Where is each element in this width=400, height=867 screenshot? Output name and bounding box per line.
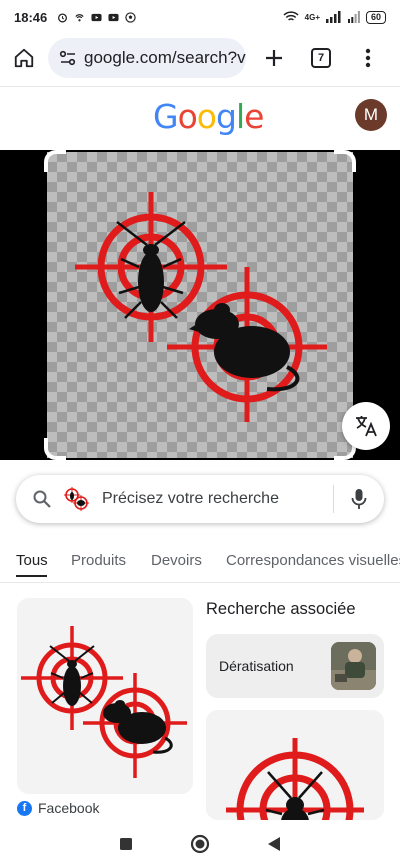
alarm-icon	[58, 12, 68, 22]
crop-corner-bottom-left[interactable]	[44, 438, 66, 460]
crop-corner-top-right[interactable]	[334, 150, 356, 172]
network-type: 4G+	[304, 12, 320, 22]
wifi-icon	[283, 11, 299, 21]
related-search-chip[interactable]: Dératisation	[206, 634, 384, 698]
search-placeholder: Précisez votre recherche	[102, 490, 279, 507]
more-vert-icon	[365, 48, 371, 68]
url-text: google.com/search?vs	[84, 48, 246, 67]
system-nav-bar	[0, 820, 400, 867]
translate-icon	[356, 416, 377, 437]
facebook-icon: f	[17, 800, 32, 816]
search-button[interactable]	[16, 489, 62, 509]
recents-button[interactable]	[119, 837, 133, 851]
filter-tabs: Tous Produits Devoirs Correspondances vi…	[0, 548, 400, 578]
tab-tous[interactable]: Tous	[16, 552, 48, 569]
youtube-icon-2	[108, 13, 119, 21]
browser-menu-button[interactable]	[344, 36, 392, 80]
related-search-title: Recherche associée	[206, 600, 356, 618]
account-avatar[interactable]: M	[355, 99, 387, 131]
image-query-thumbnail[interactable]	[62, 484, 92, 514]
related-search-thumbnail	[331, 642, 376, 690]
signal-icon	[325, 11, 341, 23]
address-bar[interactable]: google.com/search?vs	[48, 38, 246, 78]
pest-target-illustration	[75, 192, 327, 422]
result-source[interactable]: f Facebook	[17, 800, 99, 816]
lens-image-viewer	[0, 150, 400, 460]
home-icon	[14, 48, 34, 68]
google-header: Google M	[0, 86, 400, 146]
result-image	[17, 598, 193, 794]
hotspot-icon	[75, 13, 84, 21]
tab-switcher-button[interactable]: 7	[298, 36, 344, 80]
home-nav-button[interactable]	[190, 834, 210, 854]
result-card-second[interactable]	[206, 710, 384, 820]
back-button[interactable]	[267, 836, 281, 852]
browser-toolbar: google.com/search?vs 7	[0, 36, 400, 80]
tab-count: 7	[311, 48, 331, 68]
status-bar: 18:46 4G+ 60	[0, 0, 400, 34]
voice-search-button[interactable]	[334, 488, 384, 510]
translate-button[interactable]	[342, 402, 390, 450]
new-tab-button[interactable]	[250, 36, 298, 80]
mic-icon	[351, 489, 367, 509]
source-name: Facebook	[38, 800, 100, 816]
plus-icon	[266, 50, 282, 66]
filters-divider	[0, 582, 400, 583]
site-settings-icon[interactable]	[58, 48, 78, 68]
active-tab-indicator	[16, 575, 47, 577]
battery-indicator: 60	[365, 10, 386, 24]
result-card-main[interactable]	[17, 598, 193, 794]
related-search-label: Dératisation	[219, 658, 294, 674]
home-button[interactable]	[0, 36, 48, 80]
tab-correspondances-visuelles[interactable]: Correspondances visuelles	[226, 552, 400, 569]
selected-image[interactable]	[47, 152, 353, 458]
football-icon	[125, 11, 136, 23]
result-image-2	[206, 710, 384, 820]
signal-icon-2	[347, 11, 360, 23]
youtube-icon	[91, 13, 102, 21]
crop-corner-top-left[interactable]	[44, 150, 66, 172]
search-icon	[33, 490, 51, 508]
google-logo[interactable]: Google	[153, 97, 264, 136]
status-time: 18:46	[14, 9, 48, 25]
tab-produits[interactable]: Produits	[71, 552, 126, 569]
refine-search-box[interactable]: Précisez votre recherche	[16, 475, 384, 523]
tab-devoirs[interactable]: Devoirs	[151, 552, 202, 569]
